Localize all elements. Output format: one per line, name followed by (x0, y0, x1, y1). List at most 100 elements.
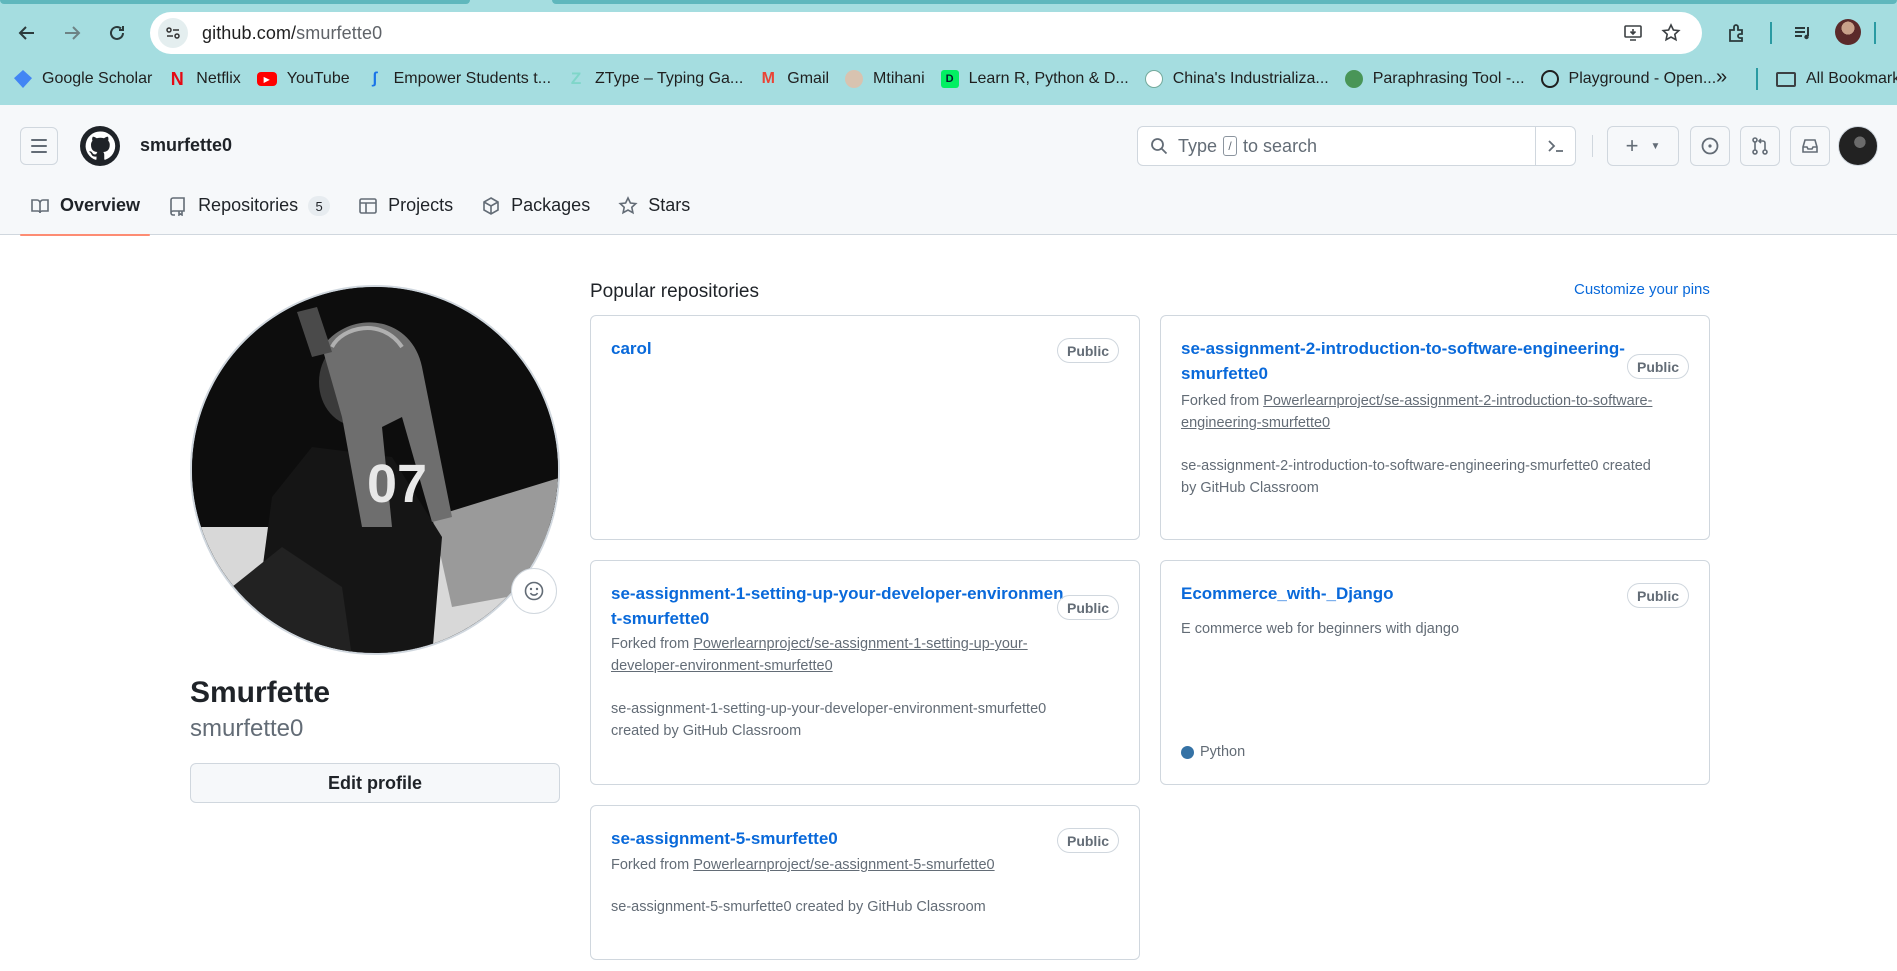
fork-source-link[interactable]: engineering-smurfette0 (1181, 415, 1330, 431)
desc-line: by GitHub Classroom (1181, 480, 1319, 496)
fork-source-link[interactable]: Powerlearnproject/se-assignment-1-settin… (693, 636, 1027, 652)
repo-card: carol Public (590, 315, 1140, 540)
customize-pins-link[interactable]: Customize your pins (1574, 281, 1710, 298)
bookmark-netflix[interactable]: N Netflix (160, 64, 248, 94)
url-text[interactable]: github.com/smurfette0 (202, 23, 382, 44)
repo-name-link[interactable]: Ecommerce_with-_Django (1181, 581, 1394, 606)
quillbot-icon (1344, 70, 1363, 88)
inbox-icon (1802, 139, 1818, 153)
bookmark-label: Learn R, Python & D... (968, 70, 1129, 87)
repo-name-link[interactable]: carol (611, 336, 652, 361)
bookmark-empower[interactable]: ʃ Empower Students t... (358, 64, 559, 94)
chevron-down-icon: ▼ (1650, 140, 1661, 152)
tab-projects[interactable]: Projects (348, 183, 463, 235)
forked-from-text: Forked from Powerlearnproject/se-assignm… (611, 854, 995, 876)
forked-from-text: Forked from Powerlearnproject/se-assignm… (1181, 390, 1652, 434)
bookmark-label: YouTube (286, 70, 350, 87)
toolbar-separator (1874, 22, 1876, 44)
profile-tabs: Overview Repositories 5 Projects Package… (20, 183, 708, 236)
back-icon[interactable] (10, 16, 44, 50)
bookmark-label: Gmail (787, 70, 830, 87)
site-info-icon[interactable] (158, 18, 188, 48)
bookmark-chatgpt[interactable]: China's Industrializa... (1137, 64, 1337, 94)
repo-name-line: se-assignment-1-setting-up-your-develope… (611, 584, 1064, 603)
address-bar[interactable]: github.com/smurfette0 (150, 12, 1702, 54)
smiley-icon (524, 581, 544, 601)
forward-icon[interactable] (55, 16, 89, 50)
edit-profile-button[interactable]: Edit profile (190, 763, 560, 803)
command-palette-icon[interactable] (1535, 127, 1575, 165)
repo-name-link[interactable]: se-assignment-1-setting-up-your-develope… (611, 581, 1063, 631)
tab-label: Repositories (198, 195, 299, 215)
browser-chrome: github.com/smurfette0 Google Scholar N N… (0, 0, 1897, 105)
tab-overview[interactable]: Overview (20, 183, 151, 236)
tab-stars[interactable]: Stars (608, 183, 700, 235)
fork-source-link[interactable]: developer-environment-smurfette0 (611, 658, 833, 674)
bookmarks-bar: Google Scholar N Netflix ▶ YouTube ʃ Emp… (0, 64, 1897, 94)
set-status-button[interactable] (511, 568, 557, 614)
search-icon (1148, 135, 1170, 157)
reload-icon[interactable] (100, 16, 134, 50)
repo-name-link[interactable]: se-assignment-5-smurfette0 (611, 826, 838, 851)
issue-icon (1701, 137, 1719, 155)
repo-description: E commerce web for beginners with django (1181, 621, 1460, 637)
url-host: github.com/ (202, 22, 297, 43)
bookmark-gmail[interactable]: M Gmail (751, 64, 837, 94)
profile-avatar[interactable]: 07 (190, 285, 560, 655)
package-icon (481, 196, 501, 216)
user-avatar[interactable] (1838, 126, 1878, 166)
bookmark-label: Mtihani (873, 70, 925, 87)
google-scholar-icon (14, 70, 32, 88)
bookmark-youtube[interactable]: ▶ YouTube (249, 64, 358, 94)
toolbar-separator (1756, 68, 1758, 90)
bookmark-playground[interactable]: Playground - Open... (1533, 64, 1725, 94)
chatgpt-icon (1144, 70, 1163, 88)
url-path: smurfette0 (296, 22, 383, 43)
bookmark-datacamp[interactable]: D Learn R, Python & D... (933, 64, 1137, 94)
media-control-icon[interactable] (1788, 16, 1818, 50)
bookmark-google-scholar[interactable]: Google Scholar (0, 64, 160, 94)
tab-repositories[interactable]: Repositories 5 (158, 183, 340, 235)
header-username[interactable]: smurfette0 (140, 135, 232, 156)
chrome-profile-avatar[interactable] (1835, 19, 1861, 45)
bookmark-quillbot[interactable]: Paraphrasing Tool -... (1337, 64, 1533, 94)
search-input[interactable]: Type / to search (1137, 126, 1576, 166)
fork-prefix: Forked from (611, 636, 694, 652)
visibility-badge: Public (1626, 583, 1689, 608)
pull-requests-button[interactable] (1740, 126, 1780, 166)
svg-text:07: 07 (367, 454, 427, 514)
bookmark-mtihani[interactable]: Mtihani (837, 64, 933, 94)
fork-source-link[interactable]: Powerlearnproject/se-assignment-2-introd… (1263, 393, 1652, 409)
bookmark-label: Netflix (196, 70, 241, 87)
fork-source-link[interactable]: Powerlearnproject/se-assignment-5-smurfe… (693, 857, 994, 873)
bookmark-label: China's Industrializa... (1172, 70, 1329, 87)
bookmark-ztype[interactable]: Z ZType – Typing Ga... (559, 64, 751, 94)
youtube-icon: ▶ (256, 72, 277, 86)
issues-button[interactable] (1690, 126, 1730, 166)
repo-card: se-assignment-5-smurfette0 Public Forked… (590, 805, 1140, 960)
mtihani-icon (845, 70, 864, 88)
menu-icon-line (31, 151, 47, 153)
book-icon (30, 196, 50, 216)
repo-name-link[interactable]: se-assignment-2-introduction-to-software… (1181, 336, 1625, 386)
search-suffix: to search (1243, 135, 1318, 156)
inbox-button[interactable] (1790, 126, 1830, 166)
tab-packages[interactable]: Packages (471, 183, 600, 235)
tab-indicator[interactable] (0, 0, 470, 4)
empower-icon: ʃ (371, 70, 378, 87)
bookmarks-overflow-icon[interactable]: » (1716, 66, 1727, 89)
bookmark-star-icon[interactable] (1658, 20, 1684, 46)
github-header: smurfette0 Type / to search + ▼ Overview (0, 105, 1897, 236)
tab-indicator[interactable] (552, 0, 1897, 4)
install-app-icon[interactable] (1620, 20, 1646, 46)
visibility-badge: Public (1056, 828, 1119, 853)
extensions-icon[interactable] (1722, 16, 1752, 50)
repo-language: Python (1181, 744, 1245, 760)
folder-icon (1776, 71, 1796, 87)
netflix-icon: N (170, 68, 184, 89)
menu-button[interactable] (20, 127, 58, 165)
all-bookmarks-button[interactable]: All Bookmarks (1776, 64, 1897, 94)
tab-label: Stars (648, 195, 691, 215)
create-new-button[interactable]: + ▼ (1607, 126, 1679, 166)
github-logo-icon[interactable] (80, 126, 120, 166)
